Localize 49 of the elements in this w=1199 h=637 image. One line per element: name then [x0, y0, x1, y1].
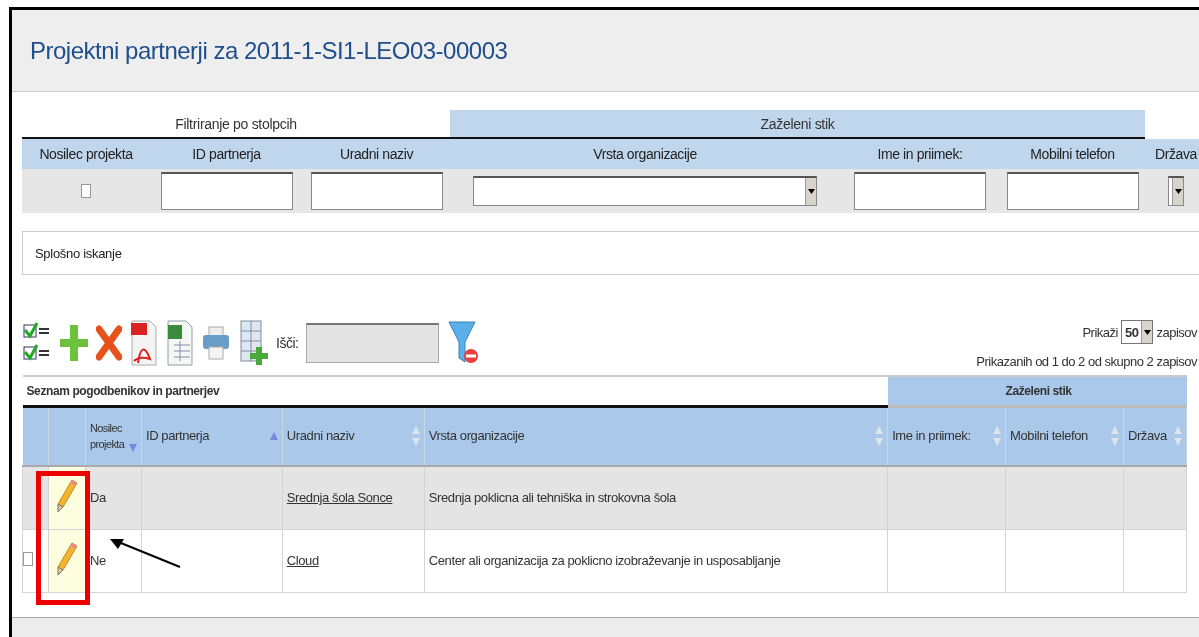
table-cell: Srednja poklicna ali tehniška in strokovna šola: [424, 466, 888, 529]
excel-icon[interactable]: [166, 319, 194, 367]
organization-link[interactable]: Srednja šola Sonce: [286, 490, 393, 506]
group-header: Zaželeni stik: [887, 376, 1187, 406]
filter-input-field[interactable]: [160, 172, 293, 210]
column-header: Nosilec projekta: [22, 139, 150, 169]
dropdown-caret-icon: [1143, 329, 1151, 335]
table-caption: Seznam pogodbenikov in partnerjev: [22, 376, 888, 406]
column-header[interactable]: Nosilec projekta: [85, 406, 142, 466]
dropdown-field[interactable]: [1168, 176, 1184, 206]
column-header[interactable]: ID partnerja: [141, 406, 283, 466]
column-header[interactable]: Ime in priimek:: [887, 406, 1006, 466]
checkbox[interactable]: [81, 184, 91, 198]
table-row[interactable]: Da Srednja šola Sonce Srednja poklicna ali tehniška in strokovna šola: [22, 466, 1187, 529]
column-header[interactable]: Država: [1123, 406, 1187, 466]
row-checkbox[interactable]: [23, 552, 33, 566]
search-label: Išči:: [276, 335, 299, 351]
pencil-icon[interactable]: [55, 479, 78, 514]
group-header: Zaželeni stik: [450, 110, 1145, 139]
dropdown-field[interactable]: [473, 176, 817, 206]
records-info: Prikazanih od 1 do 2 od skupno 2 zapisov: [976, 354, 1197, 369]
printer-icon[interactable]: [202, 323, 230, 363]
column-header[interactable]: Vrsta organizacije: [424, 406, 888, 466]
organization-link[interactable]: Cloud: [286, 553, 319, 568]
column-header: Mobilni telefon: [1000, 139, 1145, 169]
pdf-icon[interactable]: [130, 319, 158, 367]
table-row[interactable]: Ne Cloud Center ali organizacija za poklicno izobraževanje in usposabljanje: [22, 529, 1187, 592]
add-column-icon[interactable]: [238, 319, 268, 367]
dropdown-caret-icon: [807, 189, 815, 194]
page-size-select[interactable]: 50: [1120, 320, 1154, 344]
search-field[interactable]: [306, 323, 440, 363]
dropdown-caret-icon: [1174, 189, 1182, 194]
page-title: Projektni partnerji za 2011-1-SI1-LEO03-00003: [30, 36, 508, 65]
filter-input-field[interactable]: [1006, 172, 1139, 210]
pencil-icon[interactable]: [55, 542, 78, 576]
general-search-panel[interactable]: Splošno iskanje: [22, 231, 1199, 275]
column-header: Uradni naziv: [303, 139, 450, 169]
filter-input-field[interactable]: [310, 172, 443, 210]
column-header[interactable]: Uradni naziv: [282, 406, 425, 466]
column-header: ID partnerja: [150, 139, 303, 169]
page-size-label: Prikaži: [1082, 324, 1118, 340]
table-cell: Center ali organizacija za poklicno izobraževanje in usposabljanje: [424, 529, 888, 592]
page-size-suffix: zapisov: [1156, 324, 1197, 340]
filter-input-field[interactable]: [854, 172, 986, 210]
column-header: Ime in priimek:: [840, 139, 1000, 169]
delete-icon[interactable]: [96, 325, 122, 361]
column-header: Država: [1145, 139, 1199, 169]
column-header[interactable]: Mobilni telefon: [1005, 406, 1124, 466]
column-header: Vrsta organizacije: [450, 139, 840, 169]
